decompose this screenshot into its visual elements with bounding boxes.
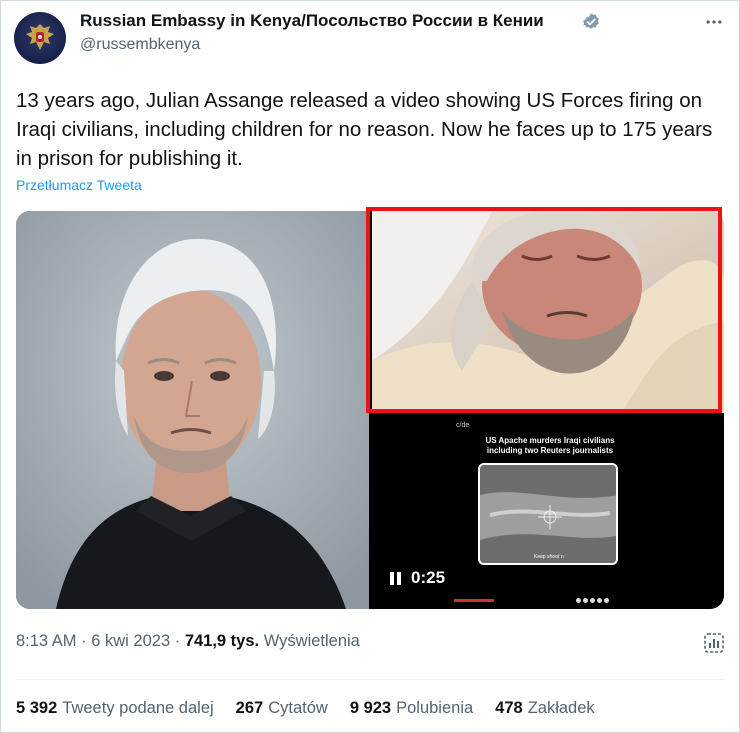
stat-retweets[interactable]: 5 392 Tweety podane dalej <box>16 699 214 718</box>
tweet-date[interactable]: 6 kwi 2023 <box>91 632 170 650</box>
video-logo: c/de <box>456 422 470 429</box>
stat-quotes[interactable]: 267 Cytatów <box>236 699 328 718</box>
pause-icon[interactable] <box>390 571 401 585</box>
divider <box>16 679 724 680</box>
translate-tweet-link[interactable]: Przetłumacz Tweeta <box>16 177 142 193</box>
video-caption: Keep shoot´n <box>534 554 564 560</box>
account-name[interactable]: Russian Embassy in Kenya/Посольство Росс… <box>80 11 544 31</box>
portrait-photo[interactable] <box>16 211 369 609</box>
stat-likes[interactable]: 9 923 Polubienia <box>350 699 473 718</box>
video-elapsed-time: 0:25 <box>411 568 446 587</box>
highlight-box <box>366 207 722 413</box>
views-count: 741,9 tys. <box>184 632 260 650</box>
verified-badge-icon <box>583 13 599 29</box>
avatar[interactable] <box>14 12 66 64</box>
tweet-stats: 5 392 Tweety podane dalej 267 Cytatów 9 92… <box>16 699 617 718</box>
video-player[interactable]: c/de US Apache murders Iraqi civilians i… <box>372 416 724 609</box>
analytics-icon[interactable] <box>702 631 726 655</box>
video-title: US Apache murders Iraqi civilians includ… <box>485 436 615 455</box>
video-footer-bar <box>454 599 494 602</box>
tweet-text: 13 years ago, Julian Assange released a … <box>16 89 713 170</box>
more-options-icon[interactable] <box>704 12 724 32</box>
tweet-time[interactable]: 8:13 AM <box>16 632 77 650</box>
video-frame: Keep shoot´n <box>478 463 618 565</box>
views-label: Wyświetlenia <box>263 632 360 650</box>
stat-bookmarks[interactable]: 478 Zakładek <box>495 699 594 718</box>
coat-of-arms-icon <box>26 24 54 50</box>
tweet-meta: 8:13 AM · 6 kwi 2023 · 741,9 tys. Wyświe… <box>16 632 360 650</box>
account-handle[interactable]: @russembkenya <box>80 36 200 54</box>
playback-controls: 0:25 <box>390 568 445 588</box>
video-footer-icons <box>576 598 609 603</box>
